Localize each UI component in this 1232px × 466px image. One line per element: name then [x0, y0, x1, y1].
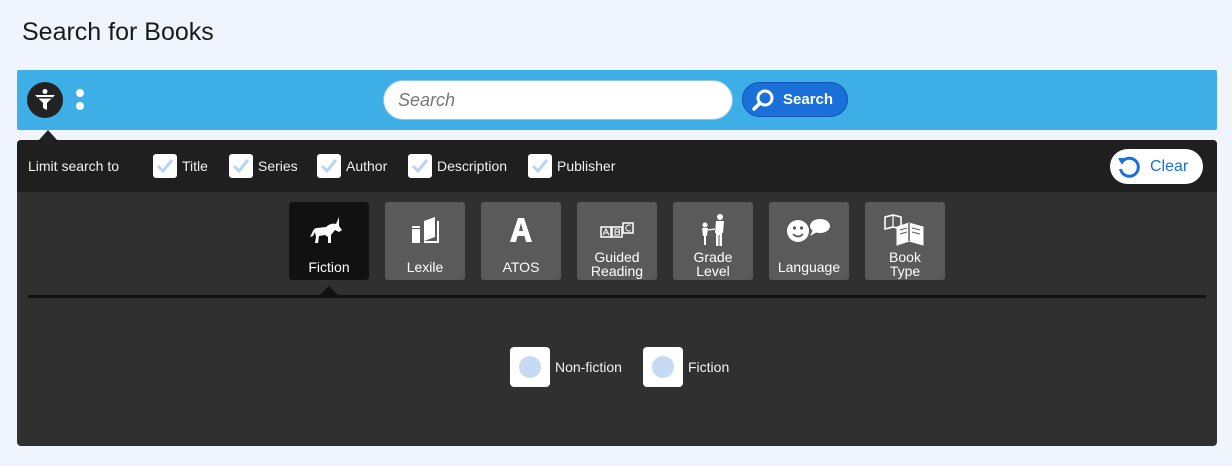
radio-dot — [519, 356, 541, 378]
tab-atos[interactable]: ATOS — [481, 202, 561, 280]
tab-grade-level[interactable]: Grade Level — [673, 202, 753, 280]
tab-book-type[interactable]: Book Type — [865, 202, 945, 280]
limit-description-checkbox[interactable]: Description — [408, 153, 507, 179]
abc-blocks-icon — [600, 222, 634, 238]
tab-guided-reading[interactable]: Guided Reading — [577, 202, 657, 280]
funnel-icon — [35, 89, 55, 110]
open-books-icon — [884, 214, 924, 246]
tab-book-type-label: Book Type — [889, 249, 921, 279]
limit-series-checkbox[interactable]: Series — [229, 153, 298, 179]
tab-guided-reading-label: Guided Reading — [590, 249, 644, 279]
clear-button[interactable]: Clear — [1110, 149, 1203, 184]
books-icon — [412, 217, 439, 243]
tab-fiction[interactable]: Fiction — [289, 202, 369, 280]
radio-non-fiction[interactable]: Non-fiction — [510, 347, 622, 387]
limit-author-checkbox[interactable]: Author — [317, 153, 387, 179]
filter-tabs: Fiction Lexile ATOS Guided Reading Grade… — [17, 202, 1217, 282]
speech-face-icon — [787, 219, 830, 242]
unicorn-icon — [310, 217, 342, 243]
checkmark-icon — [156, 159, 174, 174]
filter-pointer — [39, 130, 57, 140]
filter-panel: Limit search to Title Series Author Desc… — [17, 140, 1217, 446]
child-adult-icon — [702, 214, 724, 246]
clear-button-label: Clear — [1150, 157, 1189, 175]
limit-publisher-checkbox[interactable]: Publisher — [528, 153, 615, 179]
checkmark-icon — [232, 159, 250, 174]
limit-search-label: Limit search to — [28, 158, 120, 174]
search-button[interactable]: Search — [742, 82, 848, 117]
more-options-icon[interactable] — [75, 89, 85, 111]
checkmark-icon — [531, 159, 549, 174]
letter-a-icon — [510, 218, 532, 242]
tabs-divider — [28, 295, 1206, 298]
search-input[interactable] — [383, 80, 733, 120]
reset-icon — [1118, 156, 1140, 178]
checkmark-icon — [411, 159, 429, 174]
checkmark-icon — [320, 159, 338, 174]
tab-grade-level-label: Grade Level — [693, 249, 733, 279]
filter-toggle-button[interactable] — [27, 82, 63, 118]
search-button-label: Search — [783, 91, 834, 108]
search-toolbar: Search — [17, 70, 1217, 140]
radio-fiction[interactable]: Fiction — [643, 347, 729, 387]
limit-title-checkbox[interactable]: Title — [153, 153, 208, 179]
tab-language[interactable]: Language — [769, 202, 849, 280]
magnifier-icon — [752, 89, 774, 111]
tab-lexile[interactable]: Lexile — [385, 202, 465, 280]
page-title: Search for Books — [22, 18, 214, 46]
limit-search-row: Limit search to Title Series Author Desc… — [17, 140, 1217, 192]
radio-dot — [652, 356, 674, 378]
